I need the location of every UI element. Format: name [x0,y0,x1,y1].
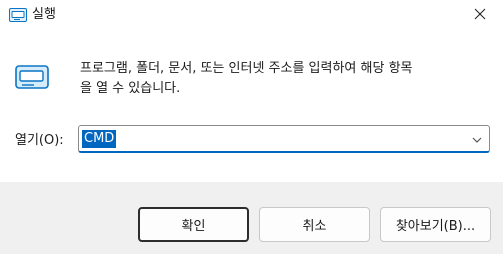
title-bar: 실행 [0,0,503,34]
open-combobox[interactable]: CMD [78,125,490,153]
browse-button[interactable]: 찾아보기(B)... [380,207,491,242]
open-input-value[interactable]: CMD [82,130,117,148]
open-label: 열기(O): [15,133,64,148]
window-title: 실행 [32,7,56,22]
ok-button[interactable]: 확인 [138,207,249,242]
close-button[interactable] [457,0,503,32]
dialog-description: 프로그램, 폴더, 문서, 또는 인터넷 주소를 입력하여 해당 항목 을 열 … [80,59,490,99]
description-line-2: 을 열 수 있습니다. [80,81,181,96]
dialog-footer: 확인 취소 찾아보기(B)... [0,182,503,254]
close-icon [474,8,486,24]
chevron-down-icon[interactable] [471,134,483,144]
run-program-icon [15,65,49,89]
description-line-1: 프로그램, 폴더, 문서, 또는 인터넷 주소를 입력하여 해당 항목 [80,61,413,76]
run-dialog-icon [9,8,27,22]
cancel-button[interactable]: 취소 [259,207,370,242]
dialog-body: 프로그램, 폴더, 문서, 또는 인터넷 주소를 입력하여 해당 항목 을 열 … [0,34,503,182]
